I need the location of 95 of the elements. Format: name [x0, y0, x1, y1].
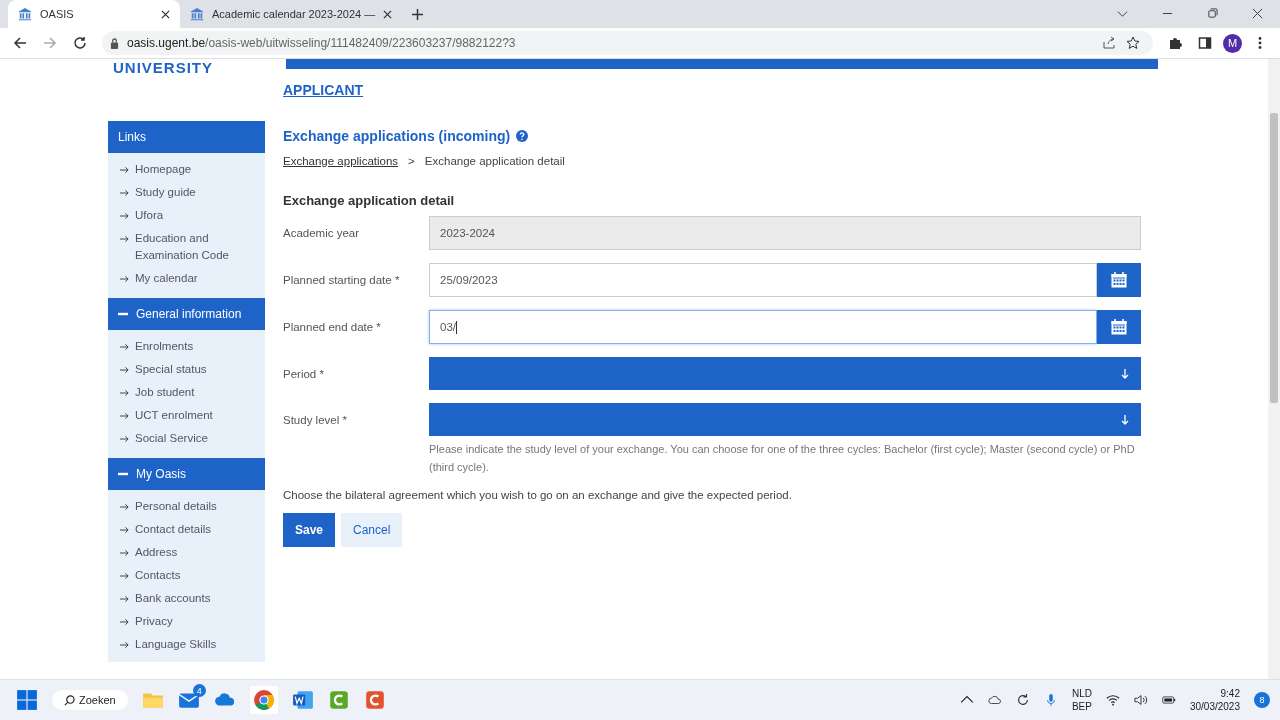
arrow-right-icon — [120, 189, 129, 197]
field-label: Period * — [283, 367, 325, 382]
url-text: oasis.ugent.be/oasis-web/uitwisseling/111482409/223603237/9882122?3 — [127, 36, 516, 50]
breadcrumb-separator: > — [408, 155, 415, 167]
help-icon[interactable] — [516, 130, 529, 142]
sync-icon[interactable] — [1015, 693, 1030, 707]
arrow-down-icon — [1121, 414, 1129, 425]
field-label: Academic year — [283, 226, 361, 241]
wifi-icon[interactable] — [1105, 693, 1120, 707]
sidebar-link[interactable]: Personal details — [135, 498, 217, 515]
sidebar-link[interactable]: Bank accounts — [135, 590, 211, 607]
notification-count[interactable]: 8 — [1254, 692, 1270, 708]
logo-text: UNIVERSITY — [113, 59, 214, 77]
sidebar-header: Links — [108, 121, 265, 153]
restore-icon[interactable] — [1207, 8, 1218, 19]
sidebar-link[interactable]: Homepage — [135, 161, 192, 178]
notification-badge: 4 — [192, 684, 206, 697]
save-button[interactable]: Save — [283, 513, 336, 547]
arrow-right-icon — [120, 366, 129, 374]
arrow-right-icon — [120, 275, 129, 283]
taskbar-search[interactable]: Zoeken — [52, 690, 128, 710]
breadcrumb-link[interactable]: Exchange applications — [283, 155, 399, 167]
cloud-sync-icon[interactable] — [987, 693, 1002, 707]
arrow-down-icon — [1121, 368, 1129, 379]
instruction-text: Choose the bilateral agreement which you wish to go on an exchange and give the expected period. — [283, 489, 793, 501]
close-icon[interactable] — [1252, 8, 1263, 19]
scrollbar[interactable] — [1268, 59, 1280, 679]
applicant-link[interactable]: APPLICANT — [283, 82, 364, 98]
calendar-icon — [1111, 319, 1127, 335]
letter-c-app-icon[interactable] — [327, 689, 350, 711]
sidebar-link[interactable]: Ufora — [135, 207, 164, 224]
arrow-right-icon — [120, 549, 129, 557]
sidebar-section-toggle[interactable]: My Oasis — [108, 458, 265, 490]
speaker-icon[interactable] — [1133, 693, 1148, 707]
browser-tab[interactable]: OASIS — [8, 0, 180, 28]
sidebar-link[interactable]: Language Skills — [135, 636, 217, 653]
date-input-field[interactable]: 25/09/2023 — [429, 263, 1097, 297]
arrow-right-icon — [120, 212, 129, 220]
calendar-icon — [1111, 272, 1127, 288]
sidebar-link[interactable]: Social Service — [135, 430, 208, 447]
arrow-right-icon — [120, 595, 129, 603]
arrow-right-icon — [120, 412, 129, 420]
sidebar-link[interactable]: Study guide — [135, 184, 196, 201]
readonly-field: 2023-2024 — [429, 216, 1141, 250]
arrow-right-icon — [120, 641, 129, 649]
field-label: Study level * — [283, 413, 348, 428]
calendar-button[interactable] — [1097, 263, 1141, 297]
new-tab-icon[interactable] — [412, 9, 424, 20]
sidebar-link[interactable]: Job student — [135, 384, 195, 401]
battery-icon[interactable] — [1161, 693, 1176, 707]
browser-tab[interactable]: Academic calendar 2023-2024 — — [180, 0, 403, 28]
building-icon — [18, 7, 32, 21]
sidebar-link[interactable]: UCT enrolment — [135, 407, 213, 424]
sidebar-link[interactable]: My calendar — [135, 270, 198, 287]
sidebar-link[interactable]: Enrolments — [135, 338, 194, 355]
lock-icon — [110, 37, 119, 49]
chevron-down-icon[interactable] — [1117, 8, 1128, 19]
sidebar-link[interactable]: Education and Examination Code — [135, 230, 255, 264]
letter-c-app-icon[interactable] — [363, 689, 386, 711]
chrome-browser-icon[interactable] — [249, 686, 278, 714]
building-icon — [190, 7, 204, 21]
form-title: Exchange application detail — [283, 193, 456, 208]
sidebar-link[interactable]: Contacts — [135, 567, 181, 584]
breadcrumb-current: Exchange application detail — [424, 155, 565, 167]
page-heading: Exchange applications (incoming) — [283, 128, 511, 144]
close-icon[interactable] — [383, 9, 393, 19]
arrow-right-icon — [120, 526, 129, 534]
sidebar-link[interactable]: Special status — [135, 361, 207, 378]
taskbar-clock[interactable]: 9:42 30/03/2023 — [1189, 687, 1240, 713]
calendar-button[interactable] — [1097, 310, 1141, 344]
arrow-right-icon — [120, 166, 129, 174]
arrow-right-icon — [120, 572, 129, 580]
sidebar-section-toggle[interactable]: General information — [108, 298, 265, 330]
profile-avatar[interactable]: M — [1223, 33, 1242, 53]
arrow-right-icon — [120, 435, 129, 443]
sidebar-link[interactable]: Address — [135, 544, 178, 561]
field-label: Planned starting date * — [283, 273, 401, 288]
search-icon — [64, 694, 75, 706]
close-icon[interactable] — [161, 9, 170, 19]
arrow-right-icon — [120, 343, 129, 351]
sidebar-link[interactable]: Contact details — [135, 521, 212, 538]
address-bar[interactable]: oasis.ugent.be/oasis-web/uitwisseling/111482409/223603237/9882122?3 — [102, 31, 1153, 55]
arrow-right-icon — [120, 618, 129, 626]
sidebar-link[interactable]: Privacy — [135, 613, 173, 630]
text-caret — [456, 320, 457, 334]
windows-start-icon[interactable] — [16, 689, 38, 711]
date-input-field[interactable]: 03/ — [429, 310, 1097, 344]
word-icon[interactable] — [291, 689, 314, 711]
arrow-right-icon — [120, 235, 129, 243]
arrow-right-icon — [120, 503, 129, 511]
help-text: Please indicate the study level of your exchange. You can choose for one of the three cycles: Bachelor (first cycle); Master (second cycle) or PhD (third cycle). — [429, 442, 1136, 475]
arrow-right-icon — [120, 389, 129, 397]
keyboard-language[interactable]: NLD BEP — [1071, 687, 1092, 713]
field-label: Planned end date * — [283, 320, 382, 335]
cancel-button[interactable]: Cancel — [341, 513, 403, 547]
